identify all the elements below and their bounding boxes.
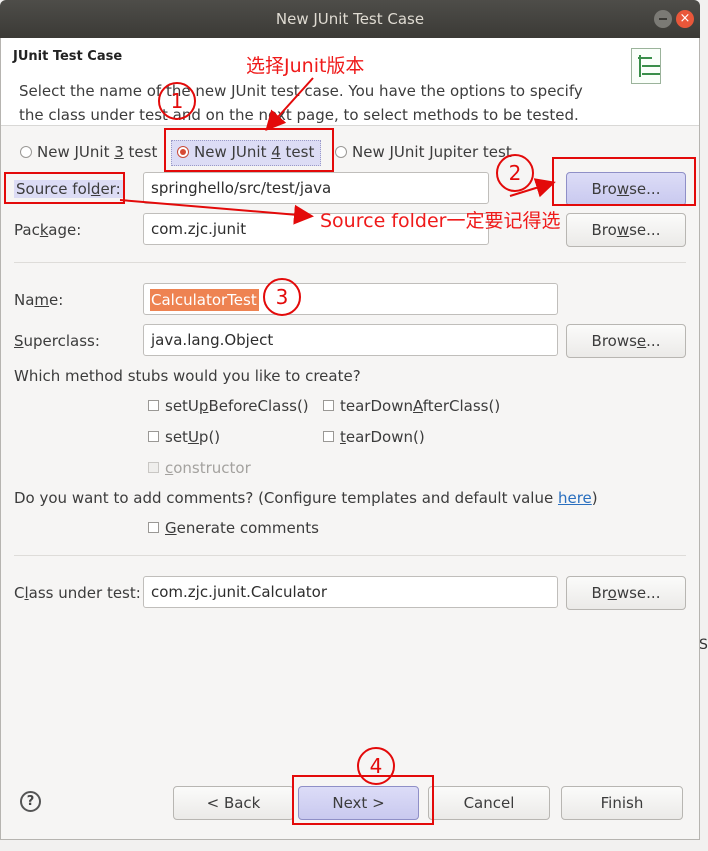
- window-titlebar[interactable]: New JUnit Test Case ×: [0, 0, 700, 38]
- annotation-marker-3: 3: [263, 278, 301, 316]
- superclass-field[interactable]: java.lang.Object: [143, 324, 558, 356]
- annotation-marker-1: 1: [158, 82, 196, 120]
- radio-junit3-label[interactable]: New JUnit 3 test: [37, 143, 157, 161]
- class-under-test-field[interactable]: com.zjc.junit.Calculator: [143, 576, 558, 608]
- setup-label[interactable]: setUp(): [165, 428, 220, 446]
- finish-button[interactable]: Finish: [561, 786, 683, 820]
- superclass-label: Superclass:: [14, 332, 100, 350]
- separator: [14, 262, 686, 263]
- junit-wizard-icon: [631, 48, 661, 84]
- constructor-label: constructor: [165, 459, 251, 477]
- constructor-checkbox: [148, 462, 159, 473]
- generate-comments-checkbox[interactable]: [148, 522, 159, 533]
- window-title: New JUnit Test Case: [275, 10, 425, 28]
- annotation-marker-2: 2: [496, 154, 534, 192]
- generate-comments-label[interactable]: Generate comments: [165, 519, 319, 537]
- help-icon[interactable]: ?: [20, 791, 41, 812]
- class-under-test-label: Class under test:: [14, 584, 141, 602]
- setup-checkbox[interactable]: [148, 431, 159, 442]
- configure-templates-link[interactable]: here: [558, 489, 592, 507]
- package-label: Package:: [14, 221, 82, 239]
- separator: [14, 555, 686, 556]
- back-button[interactable]: < Back: [173, 786, 294, 820]
- close-icon[interactable]: ×: [676, 10, 694, 28]
- cancel-button[interactable]: Cancel: [428, 786, 550, 820]
- header-description: Select the name of the new JUnit test ca…: [19, 82, 583, 124]
- background-glyph: S: [699, 637, 708, 653]
- package-browse-button[interactable]: Browse...: [566, 213, 686, 247]
- annotation-box-next: [292, 775, 434, 825]
- minimize-icon[interactable]: [654, 10, 672, 28]
- annotation-source-folder: Source folder一定要记得选: [320, 210, 561, 232]
- teardownafterclass-label[interactable]: tearDownAfterClass(): [340, 397, 500, 415]
- name-value-selected: CalculatorTest: [150, 289, 259, 311]
- radio-junit3[interactable]: [20, 146, 32, 158]
- annotation-choose-version: 选择Junit版本: [246, 55, 365, 77]
- superclass-browse-button[interactable]: Browse...: [566, 324, 686, 358]
- annotation-box-browse: [552, 157, 696, 206]
- radio-junit-jupiter-label[interactable]: New JUnit Jupiter test: [352, 143, 512, 161]
- teardown-checkbox[interactable]: [323, 431, 334, 442]
- comments-question: Do you want to add comments? (Configure …: [14, 489, 598, 507]
- name-label: Name:: [14, 291, 64, 309]
- class-under-test-browse-button[interactable]: Browse...: [566, 576, 686, 610]
- annotation-box-source-folder: [4, 172, 125, 204]
- annotation-box-junit4: [164, 128, 334, 172]
- radio-junit-jupiter[interactable]: [335, 146, 347, 158]
- header-title: JUnit Test Case: [13, 49, 123, 64]
- teardown-label[interactable]: tearDown(): [340, 428, 425, 446]
- setupbeforeclass-checkbox[interactable]: [148, 400, 159, 411]
- source-folder-field[interactable]: springhello/src/test/java: [143, 172, 489, 204]
- method-stubs-question: Which method stubs would you like to cre…: [14, 367, 361, 385]
- setupbeforeclass-label[interactable]: setUpBeforeClass(): [165, 397, 309, 415]
- teardownafterclass-checkbox[interactable]: [323, 400, 334, 411]
